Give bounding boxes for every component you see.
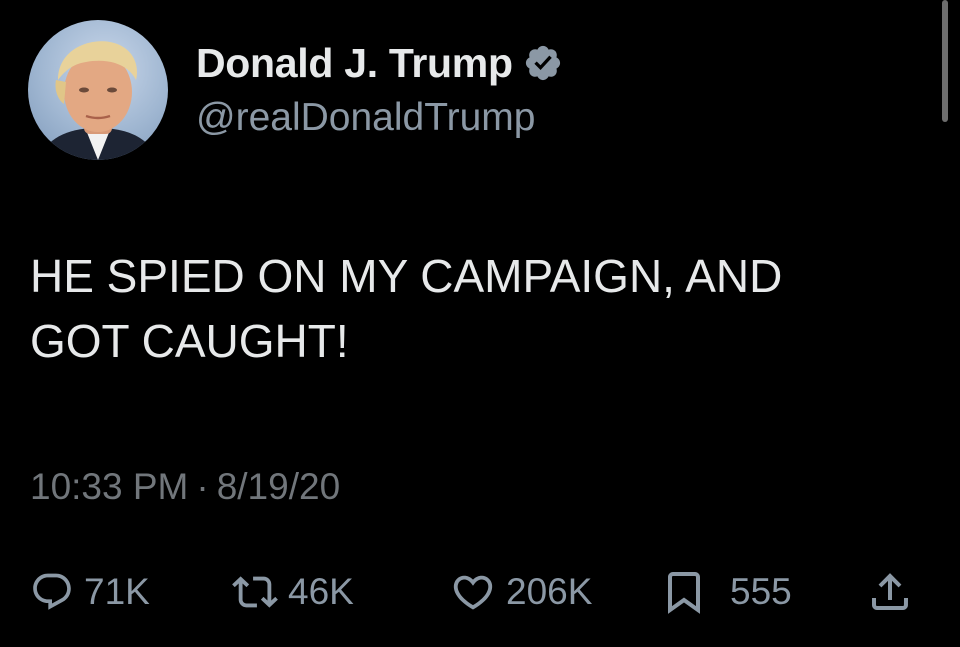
like-button[interactable]: 206K — [450, 562, 592, 622]
verified-badge-icon — [525, 45, 560, 81]
share-icon — [872, 573, 908, 610]
reply-icon — [33, 573, 71, 610]
author-name-row[interactable]: Donald J. Trump — [196, 38, 563, 88]
bookmark-count: 555 — [730, 571, 792, 612]
bookmark-button[interactable]: 555 — [660, 562, 792, 622]
scrollbar[interactable] — [942, 0, 948, 122]
retweet-count: 46K — [288, 571, 354, 612]
tweet-text-line-2: GOT CAUGHT! — [30, 315, 349, 367]
tweet-date[interactable]: 8/19/20 — [217, 466, 340, 507]
tweet-action-bar: 71K 46K 206K 555 — [0, 562, 960, 622]
share-button[interactable] — [866, 562, 914, 622]
author-avatar[interactable] — [28, 20, 168, 160]
tweet-text-line-1: HE SPIED ON MY CAMPAIGN, AND — [30, 250, 783, 302]
tweet-timestamp[interactable]: 10:33 PM · 8/19/20 — [30, 466, 340, 508]
retweet-button[interactable]: 46K — [232, 562, 354, 622]
heart-icon — [453, 575, 493, 610]
like-count: 206K — [506, 571, 593, 612]
author-handle[interactable]: @realDonaldTrump — [196, 96, 535, 140]
tweet-time[interactable]: 10:33 PM — [30, 466, 188, 507]
tweet-card: Donald J. Trump @realDonaldTrump HE SPIE… — [0, 0, 960, 647]
avatar-portrait-icon — [38, 41, 158, 160]
meta-separator: · — [196, 466, 209, 507]
bookmark-icon — [668, 572, 700, 614]
reply-count: 71K — [84, 571, 150, 612]
author-display-name[interactable]: Donald J. Trump — [196, 40, 513, 87]
retweet-icon — [232, 576, 278, 608]
reply-button[interactable]: 71K — [30, 562, 150, 622]
tweet-text: HE SPIED ON MY CAMPAIGN, AND GOT CAUGHT! — [30, 244, 930, 374]
